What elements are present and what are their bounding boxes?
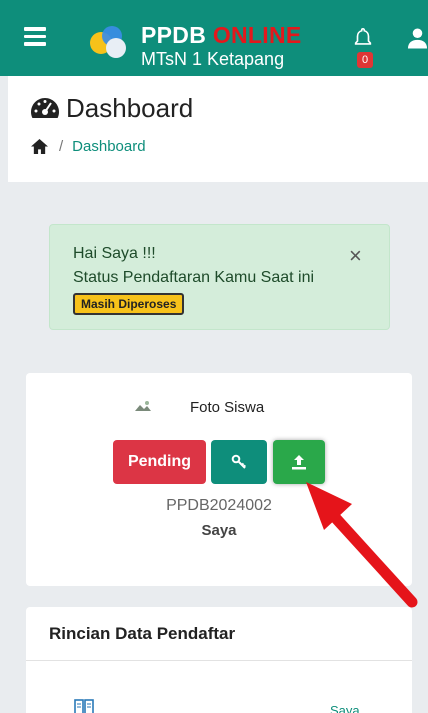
- brand[interactable]: PPDB ONLINE MTsN 1 Ketapang: [141, 22, 302, 69]
- home-icon[interactable]: [30, 138, 49, 155]
- details-card: Rincian Data Pendaftar Saya: [26, 607, 412, 713]
- photo-label: Foto Siswa: [190, 399, 265, 416]
- bell-icon[interactable]: [352, 27, 374, 49]
- photo-icon: [135, 401, 151, 411]
- alert-status-text: Status Pendaftaran Kamu Saat ini: [73, 269, 315, 286]
- notification-badge: 0: [357, 52, 373, 68]
- user-icon[interactable]: [407, 27, 428, 49]
- breadcrumb: / Dashboard: [30, 138, 146, 155]
- key-button[interactable]: [211, 440, 267, 484]
- status-alert: Hai Saya !!! Status Pendaftaran Kamu Saa…: [49, 224, 390, 330]
- close-icon[interactable]: ×: [349, 243, 362, 269]
- detail-row-value: Saya: [330, 703, 360, 713]
- details-card-header: Rincian Data Pendaftar: [26, 607, 412, 661]
- book-icon: [74, 699, 94, 713]
- brand-main: PPDB: [141, 22, 207, 48]
- brand-accent: ONLINE: [212, 22, 302, 48]
- upload-button[interactable]: [273, 440, 325, 484]
- breadcrumb-dashboard-link[interactable]: Dashboard: [72, 138, 145, 155]
- status-badge: Masih Diperoses: [73, 293, 185, 315]
- alert-greeting: Hai Saya !!!: [73, 245, 156, 262]
- app-logo: [90, 26, 132, 60]
- details-card-title: Rincian Data Pendaftar: [49, 624, 236, 643]
- page-header: Dashboard / Dashboard: [8, 76, 428, 182]
- brand-subtitle: MTsN 1 Ketapang: [141, 49, 285, 69]
- key-icon: [231, 454, 247, 469]
- pending-button[interactable]: Pending: [113, 440, 206, 484]
- dashboard-icon: [31, 98, 59, 118]
- breadcrumb-separator: /: [59, 138, 64, 155]
- menu-icon[interactable]: [24, 27, 46, 46]
- page-title: Dashboard: [66, 93, 194, 123]
- annotation-arrow: [306, 482, 418, 608]
- upload-icon: [292, 455, 306, 470]
- top-navbar: PPDB ONLINE MTsN 1 Ketapang 0: [0, 0, 428, 76]
